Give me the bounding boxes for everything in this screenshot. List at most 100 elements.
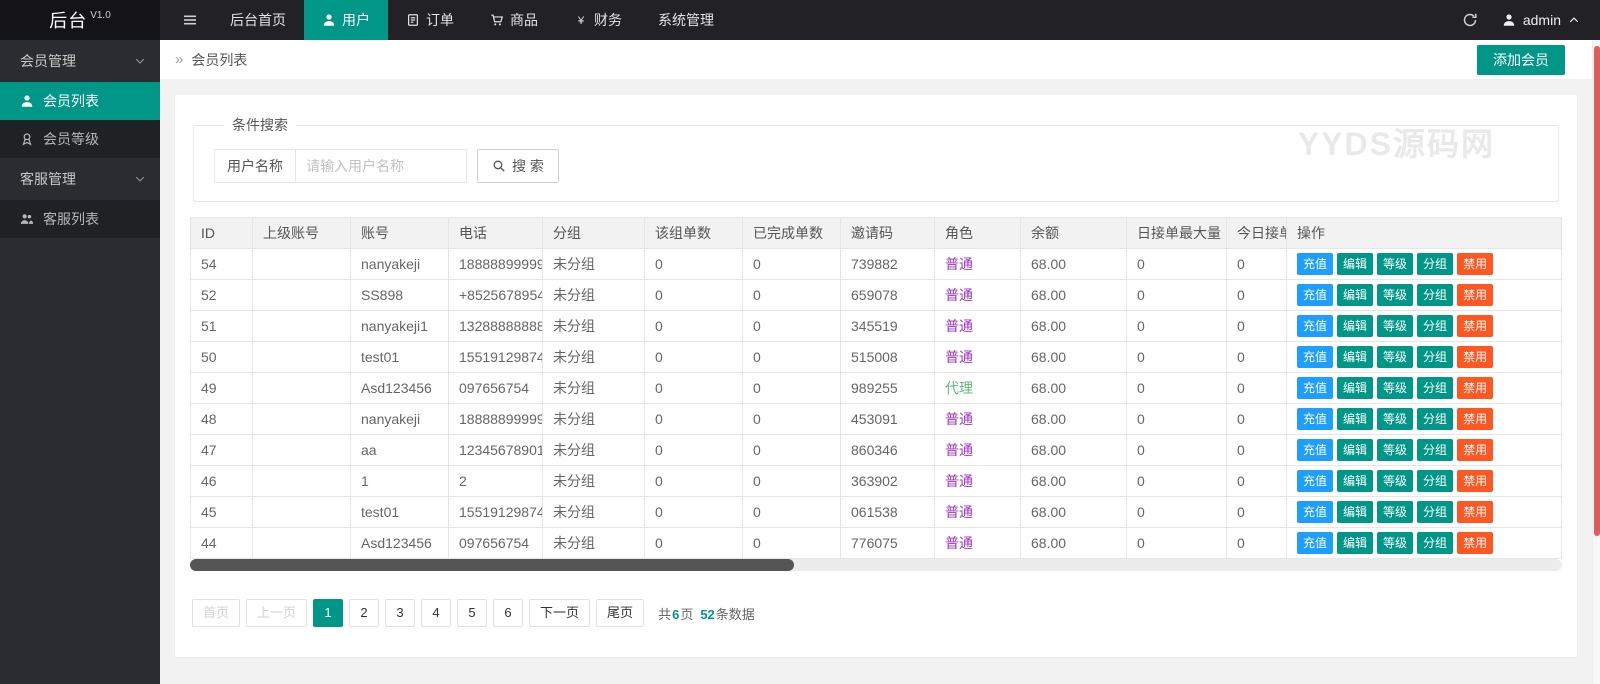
user-menu[interactable]: admin bbox=[1492, 12, 1600, 28]
page-number-5[interactable]: 5 bbox=[457, 599, 487, 627]
nav-item-users[interactable]: 用户 bbox=[304, 0, 388, 40]
row-action-edit-button[interactable]: 编辑 bbox=[1337, 315, 1373, 337]
cell-balance: 68.00 bbox=[1021, 528, 1127, 559]
cell-role-text: 普通 bbox=[945, 442, 973, 458]
row-action-recharge-button[interactable]: 充值 bbox=[1297, 532, 1333, 554]
row-action-edit-button[interactable]: 编辑 bbox=[1337, 501, 1373, 523]
row-action-edit-button[interactable]: 编辑 bbox=[1337, 284, 1373, 306]
nav-item-home[interactable]: 后台首页 bbox=[212, 0, 304, 40]
horizontal-scrollbar[interactable] bbox=[190, 559, 1562, 571]
row-action-group-button[interactable]: 分组 bbox=[1417, 253, 1453, 275]
row-action-level-button[interactable]: 等级 bbox=[1377, 501, 1413, 523]
row-action-recharge-button[interactable]: 充值 bbox=[1297, 439, 1333, 461]
page-prev-button[interactable]: 上一页 bbox=[246, 599, 307, 627]
sidebar-group-service[interactable]: 客服管理 bbox=[0, 158, 160, 200]
cell-group: 未分组 bbox=[543, 466, 645, 497]
row-action-level-button[interactable]: 等级 bbox=[1377, 284, 1413, 306]
cell-completed: 0 bbox=[743, 404, 841, 435]
row-action-group-button[interactable]: 分组 bbox=[1417, 501, 1453, 523]
row-action-level-button[interactable]: 等级 bbox=[1377, 408, 1413, 430]
sidebar-group-member[interactable]: 会员管理 bbox=[0, 40, 160, 82]
row-action-level-button[interactable]: 等级 bbox=[1377, 377, 1413, 399]
menu-toggle[interactable] bbox=[168, 0, 212, 40]
row-action-recharge-button[interactable]: 充值 bbox=[1297, 284, 1333, 306]
row-action-disable-button[interactable]: 禁用 bbox=[1457, 439, 1493, 461]
cell-completed-text: 0 bbox=[753, 473, 761, 489]
row-action-recharge-button[interactable]: 充值 bbox=[1297, 346, 1333, 368]
row-action-level-button[interactable]: 等级 bbox=[1377, 315, 1413, 337]
cell-role-text: 普通 bbox=[945, 504, 973, 520]
row-action-group-button[interactable]: 分组 bbox=[1417, 470, 1453, 492]
cell-id: 48 bbox=[191, 404, 253, 435]
row-action-group-button[interactable]: 分组 bbox=[1417, 532, 1453, 554]
row-action-disable-button[interactable]: 禁用 bbox=[1457, 253, 1493, 275]
sidebar-item-member-level[interactable]: 会员等级 bbox=[0, 120, 160, 158]
row-action-edit-button[interactable]: 编辑 bbox=[1337, 408, 1373, 430]
vertical-scrollbar-thumb[interactable] bbox=[1594, 46, 1600, 536]
page-number-6[interactable]: 6 bbox=[493, 599, 523, 627]
cell-daily_max-text: 0 bbox=[1137, 411, 1145, 427]
cell-group_orders-text: 0 bbox=[655, 318, 663, 334]
page-number-4[interactable]: 4 bbox=[421, 599, 451, 627]
nav-item-orders[interactable]: 订单 bbox=[388, 0, 472, 40]
row-action-edit-button[interactable]: 编辑 bbox=[1337, 439, 1373, 461]
row-action-disable-button[interactable]: 禁用 bbox=[1457, 346, 1493, 368]
cell-completed: 0 bbox=[743, 342, 841, 373]
row-action-edit-button[interactable]: 编辑 bbox=[1337, 470, 1373, 492]
row-action-recharge-button[interactable]: 充值 bbox=[1297, 377, 1333, 399]
row-action-disable-button[interactable]: 禁用 bbox=[1457, 377, 1493, 399]
add-member-button[interactable]: 添加会员 bbox=[1477, 45, 1565, 75]
row-action-level-button[interactable]: 等级 bbox=[1377, 470, 1413, 492]
row-action-recharge-button[interactable]: 充值 bbox=[1297, 501, 1333, 523]
username-input[interactable] bbox=[295, 149, 467, 183]
column-header-1: 上级账号 bbox=[253, 218, 351, 249]
row-action-recharge-button[interactable]: 充值 bbox=[1297, 315, 1333, 337]
row-action-edit-button[interactable]: 编辑 bbox=[1337, 377, 1373, 399]
nav-item-goods[interactable]: 商品 bbox=[472, 0, 556, 40]
cart-icon bbox=[490, 13, 504, 27]
row-action-disable-button[interactable]: 禁用 bbox=[1457, 408, 1493, 430]
row-action-group-button[interactable]: 分组 bbox=[1417, 315, 1453, 337]
page-number-1[interactable]: 1 bbox=[313, 599, 343, 627]
row-action-recharge-button[interactable]: 充值 bbox=[1297, 470, 1333, 492]
row-action-disable-button[interactable]: 禁用 bbox=[1457, 532, 1493, 554]
row-action-level-button[interactable]: 等级 bbox=[1377, 346, 1413, 368]
search-button[interactable]: 搜 索 bbox=[477, 149, 559, 183]
row-action-disable-button[interactable]: 禁用 bbox=[1457, 470, 1493, 492]
row-action-recharge-button[interactable]: 充值 bbox=[1297, 408, 1333, 430]
row-action-edit-button[interactable]: 编辑 bbox=[1337, 253, 1373, 275]
row-action-level-button[interactable]: 等级 bbox=[1377, 439, 1413, 461]
row-action-disable-button[interactable]: 禁用 bbox=[1457, 315, 1493, 337]
page-next-button[interactable]: 下一页 bbox=[529, 599, 590, 627]
row-action-group-button[interactable]: 分组 bbox=[1417, 377, 1453, 399]
cell-parent bbox=[253, 435, 351, 466]
content: YYDS源码网 条件搜索 用户名称 搜 索 bbox=[160, 80, 1592, 672]
row-action-level-button[interactable]: 等级 bbox=[1377, 253, 1413, 275]
search-button-label: 搜 索 bbox=[512, 156, 544, 176]
cell-today-text: 0 bbox=[1237, 287, 1245, 303]
vertical-scrollbar[interactable] bbox=[1592, 40, 1600, 684]
row-action-edit-button[interactable]: 编辑 bbox=[1337, 532, 1373, 554]
sidebar-item-member-list[interactable]: 会员列表 bbox=[0, 82, 160, 120]
horizontal-scrollbar-thumb[interactable] bbox=[190, 559, 794, 571]
row-action-edit-button[interactable]: 编辑 bbox=[1337, 346, 1373, 368]
column-header-9: 余额 bbox=[1021, 218, 1127, 249]
row-action-disable-button[interactable]: 禁用 bbox=[1457, 284, 1493, 306]
row-action-disable-button[interactable]: 禁用 bbox=[1457, 501, 1493, 523]
page-number-3[interactable]: 3 bbox=[385, 599, 415, 627]
user-icon bbox=[322, 13, 336, 27]
page-first-button[interactable]: 首页 bbox=[192, 599, 240, 627]
nav-item-system[interactable]: 系统管理 bbox=[640, 0, 732, 40]
row-action-recharge-button[interactable]: 充值 bbox=[1297, 253, 1333, 275]
page-number-2[interactable]: 2 bbox=[349, 599, 379, 627]
cell-actions: 充值编辑等级分组禁用 bbox=[1287, 249, 1562, 280]
row-action-group-button[interactable]: 分组 bbox=[1417, 439, 1453, 461]
nav-item-finance[interactable]: ¥财务 bbox=[556, 0, 640, 40]
refresh-button[interactable] bbox=[1448, 12, 1492, 28]
row-action-level-button[interactable]: 等级 bbox=[1377, 532, 1413, 554]
row-action-group-button[interactable]: 分组 bbox=[1417, 408, 1453, 430]
row-action-group-button[interactable]: 分组 bbox=[1417, 346, 1453, 368]
row-action-group-button[interactable]: 分组 bbox=[1417, 284, 1453, 306]
sidebar-item-service-list[interactable]: 客服列表 bbox=[0, 200, 160, 238]
page-last-button[interactable]: 尾页 bbox=[596, 599, 644, 627]
